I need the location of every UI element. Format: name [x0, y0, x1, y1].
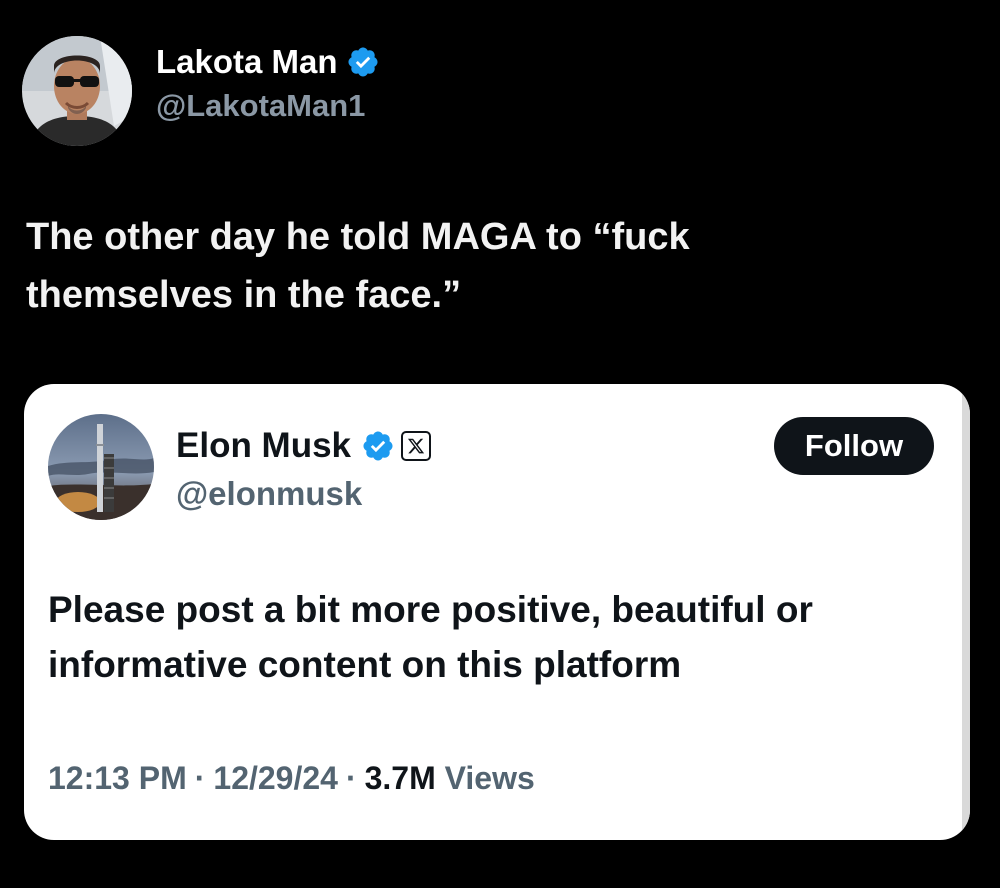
views-label[interactable]: Views	[445, 760, 535, 796]
lakota-man-avatar[interactable]	[22, 36, 132, 146]
outer-author-handle[interactable]: @LakotaMan1	[156, 86, 380, 126]
meta-separator: ·	[194, 760, 206, 796]
views-count[interactable]: 3.7M	[365, 760, 436, 796]
quoted-author-name[interactable]: Elon Musk	[176, 424, 351, 468]
quoted-post-meta: 12:13 PM · 12/29/24 · 3.7M Views	[48, 756, 535, 800]
outer-post: Lakota Man @LakotaMan1 The other day he …	[0, 0, 1000, 888]
quoted-post-text: Please post a bit more positive, beautif…	[48, 589, 813, 685]
outer-post-text: The other day he told MAGA to “fuck them…	[26, 216, 690, 316]
post-time[interactable]: 12:13 PM	[48, 760, 187, 796]
outer-author-meta: Lakota Man @LakotaMan1	[156, 42, 380, 126]
card-scroll-edge	[962, 384, 970, 840]
quoted-name-line: Elon Musk	[176, 424, 432, 468]
elon-musk-avatar[interactable]	[48, 414, 154, 520]
verified-badge-icon	[361, 429, 395, 463]
x-logo-icon[interactable]	[401, 431, 432, 461]
quoted-author-handle[interactable]: @elonmusk	[176, 472, 362, 516]
follow-button[interactable]: Follow	[774, 417, 934, 475]
outer-author-name[interactable]: Lakota Man	[156, 42, 338, 82]
outer-name-line: Lakota Man	[156, 42, 380, 82]
post-date[interactable]: 12/29/24	[213, 760, 338, 796]
outer-author-row: Lakota Man @LakotaMan1	[22, 36, 380, 146]
meta-separator: ·	[345, 760, 357, 796]
quoted-post-card[interactable]: Elon Musk @elonmusk Follow Please post a…	[24, 384, 970, 840]
verified-badge-icon	[346, 45, 380, 79]
